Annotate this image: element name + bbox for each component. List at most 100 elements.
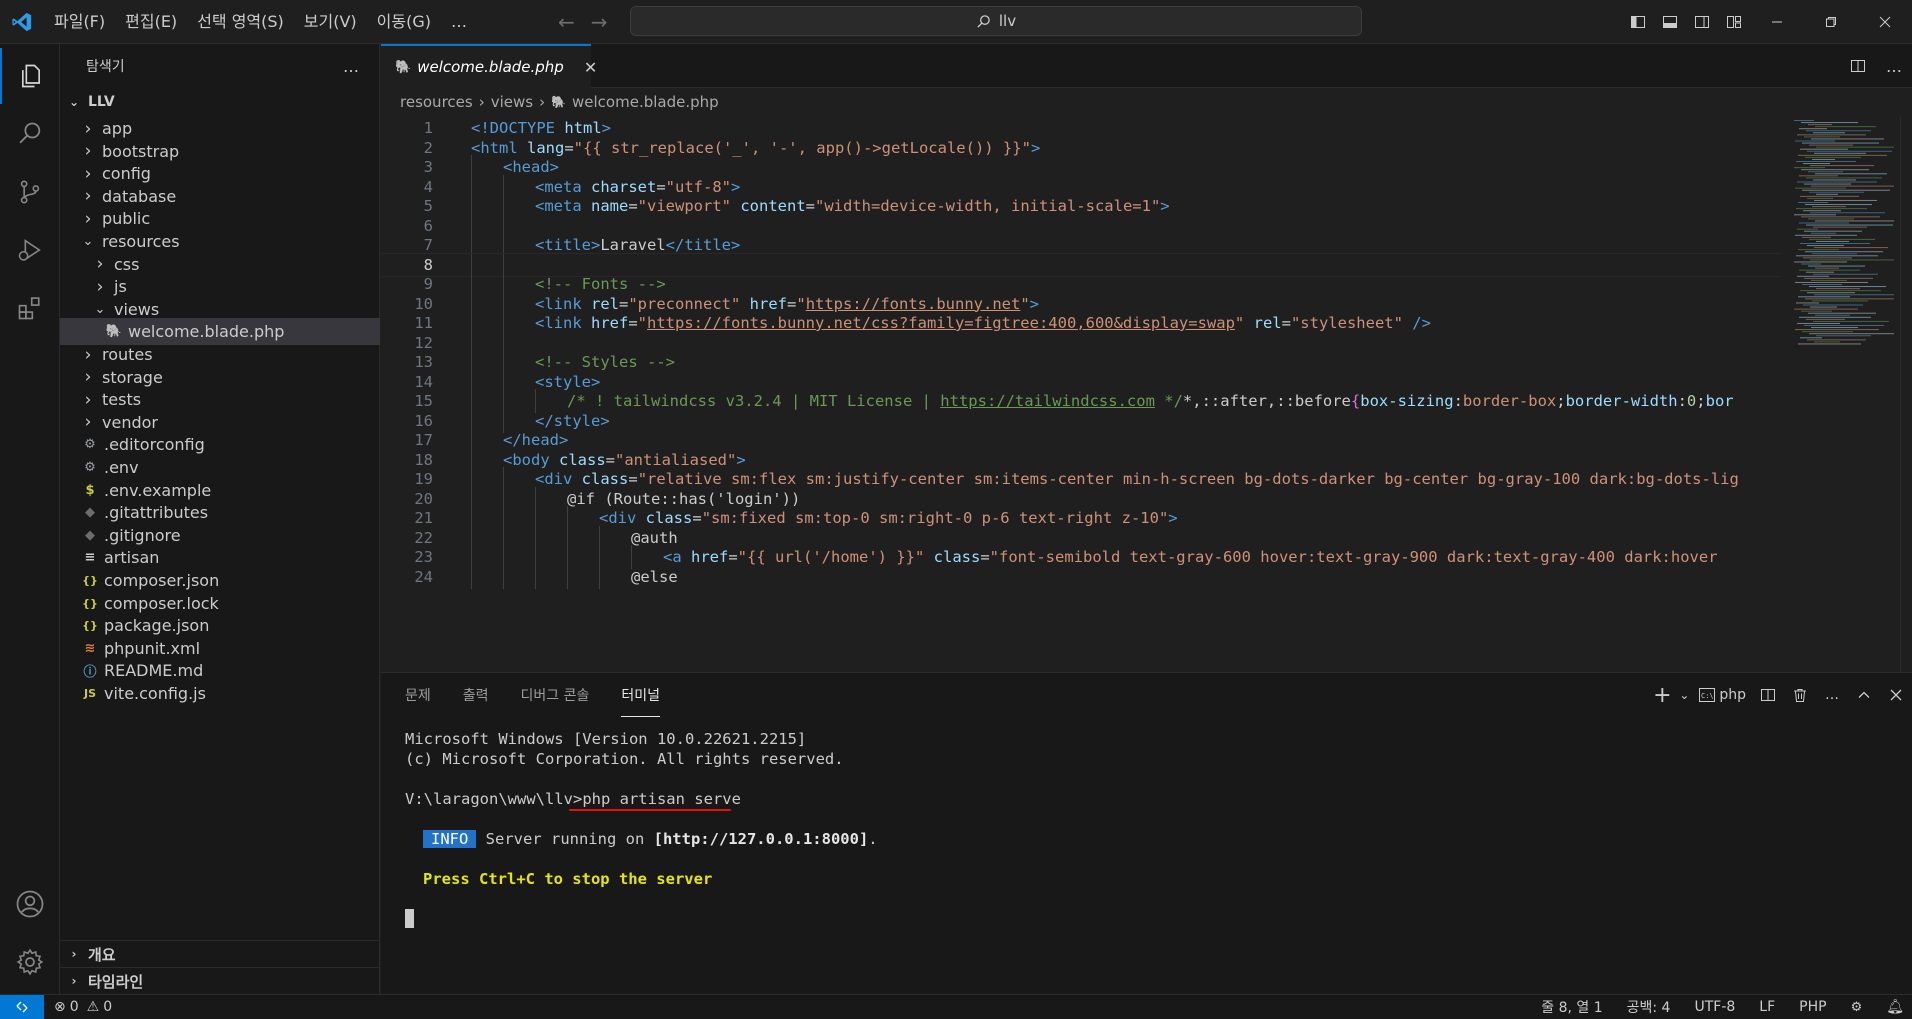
minimap-line bbox=[1816, 193, 1838, 195]
terminal-icon: C:\ bbox=[1699, 688, 1716, 702]
remote-indicator[interactable] bbox=[0, 995, 44, 1019]
close-tab-icon[interactable]: ✕ bbox=[584, 58, 597, 77]
language-mode[interactable]: PHP bbox=[1799, 999, 1826, 1015]
code-token: <body bbox=[503, 450, 559, 469]
tree-item-label: tests bbox=[102, 390, 142, 410]
outline-label: 개요 bbox=[88, 945, 116, 964]
more-actions-icon[interactable]: … bbox=[1816, 673, 1848, 717]
minimize-button[interactable] bbox=[1750, 0, 1804, 44]
code-token: ; bbox=[1696, 392, 1706, 410]
breadcrumb-folder-views[interactable]: views bbox=[491, 93, 533, 111]
terminal-shell-selector[interactable]: C:\ php bbox=[1693, 673, 1752, 717]
indentation[interactable]: 공백: 4 bbox=[1627, 997, 1671, 1017]
chevron-right-icon: › bbox=[84, 118, 92, 139]
tab-problems[interactable]: 문제 bbox=[405, 673, 431, 717]
code-token: "{{ str_replace('_', '-', app()->getLoca… bbox=[573, 138, 1031, 157]
breadcrumb-folder-resources[interactable]: resources bbox=[400, 93, 473, 111]
code-token: "relative sm:flex sm:justify-center sm:i… bbox=[637, 470, 1739, 488]
notifications-bell-icon[interactable]: 🔔︎ bbox=[1886, 999, 1904, 1015]
more-actions-icon[interactable]: … bbox=[1876, 44, 1912, 88]
line-number: 17 bbox=[414, 431, 433, 449]
new-terminal-icon[interactable]: + bbox=[1649, 673, 1675, 717]
customize-layout-icon[interactable] bbox=[1718, 0, 1750, 44]
line-number: 18 bbox=[414, 450, 433, 469]
encoding[interactable]: UTF-8 bbox=[1694, 999, 1735, 1015]
code-token: </head> bbox=[503, 431, 569, 449]
run-and-debug-icon[interactable] bbox=[0, 222, 60, 278]
line-number: 5 bbox=[423, 197, 433, 215]
chevron-right-icon: › bbox=[84, 163, 92, 184]
explorer-more-button[interactable]: … bbox=[343, 57, 359, 76]
trash-icon[interactable] bbox=[1784, 673, 1816, 717]
minimap-line bbox=[1798, 343, 1861, 345]
minimap-line bbox=[1797, 181, 1877, 183]
minimap-line bbox=[1794, 167, 1825, 169]
minimap-line bbox=[1807, 197, 1833, 199]
menu-item[interactable]: 이동(G) bbox=[367, 0, 441, 44]
toggle-secondary-sidebar-icon[interactable] bbox=[1686, 0, 1718, 44]
indent-guide bbox=[599, 564, 600, 589]
command-center-search[interactable]: llv bbox=[630, 6, 1362, 36]
code-token: = bbox=[656, 177, 666, 196]
chevron-down-icon[interactable]: ⌄ bbox=[1675, 673, 1693, 717]
code-token: rel bbox=[591, 294, 619, 313]
explorer-sidebar: 탐색기 … ⌄ LLV › app › bootstrap › config › databa… bbox=[60, 44, 380, 994]
menu-item[interactable]: 보기(V) bbox=[294, 0, 367, 44]
tree-item-label: composer.lock bbox=[104, 593, 219, 613]
minimap-line bbox=[1797, 275, 1829, 277]
tree-item-label: css bbox=[114, 254, 140, 274]
menu-item[interactable]: 파일(F) bbox=[44, 0, 115, 44]
feedback-icon[interactable]: ⚙ bbox=[1851, 1000, 1863, 1015]
tree-item-label: config bbox=[102, 164, 151, 184]
toggle-primary-sidebar-icon[interactable] bbox=[1622, 0, 1654, 44]
code-editor[interactable]: 1 <!DOCTYPE html> 2 <html lang="{{ str_repl… bbox=[381, 116, 1781, 672]
minimap-line bbox=[1796, 255, 1878, 257]
chevron-right-icon: › bbox=[84, 367, 92, 388]
minimap-line bbox=[1814, 152, 1866, 154]
menu-item[interactable]: 편집(E) bbox=[115, 0, 187, 44]
code-token: <head> bbox=[503, 158, 559, 176]
menu-item[interactable]: … bbox=[441, 0, 477, 44]
toggle-panel-icon[interactable] bbox=[1654, 0, 1686, 44]
line-ending[interactable]: LF bbox=[1759, 999, 1775, 1015]
explorer-header: 탐색기 … bbox=[60, 44, 379, 88]
minimap[interactable] bbox=[1790, 116, 1900, 672]
editor-vertical-scrollbar[interactable] bbox=[1900, 116, 1912, 672]
forward-arrow-icon[interactable]: → bbox=[591, 10, 608, 34]
error-count: 0 bbox=[69, 999, 79, 1015]
extensions-icon[interactable] bbox=[0, 280, 60, 336]
minimap-line bbox=[1798, 202, 1828, 203]
tab-terminal[interactable]: 터미널 bbox=[621, 673, 661, 717]
back-arrow-icon[interactable]: ← bbox=[558, 10, 575, 34]
problems-indicator[interactable]: ⊗ 0 ⚠ 0 bbox=[54, 999, 112, 1015]
search-view-icon[interactable] bbox=[0, 106, 60, 162]
close-window-button[interactable] bbox=[1858, 0, 1912, 44]
tree-item-label: js bbox=[114, 277, 127, 297]
tab-label: welcome.blade.php bbox=[417, 58, 564, 76]
manage-gear-icon[interactable] bbox=[0, 934, 60, 990]
stop-hint: Press Ctrl+C to stop the server bbox=[423, 870, 713, 888]
tab-output[interactable]: 출력 bbox=[463, 673, 489, 717]
split-terminal-icon[interactable] bbox=[1752, 673, 1784, 717]
minimap-line bbox=[1807, 292, 1855, 294]
code-token: @if (Route::has('login')) bbox=[567, 489, 801, 508]
minimap-line bbox=[1809, 286, 1886, 288]
breadcrumb-file[interactable]: welcome.blade.php bbox=[572, 93, 719, 111]
editor-tab-welcome[interactable]: 🐘 welcome.blade.php ✕ bbox=[381, 44, 597, 88]
close-panel-icon[interactable] bbox=[1880, 673, 1912, 717]
tab-debug-console[interactable]: 디버그 콘솔 bbox=[521, 673, 590, 717]
tree-file[interactable]: JS vite.config.js bbox=[60, 680, 380, 707]
maximize-panel-icon[interactable] bbox=[1848, 673, 1880, 717]
cursor-position[interactable]: 줄 8, 열 1 bbox=[1541, 997, 1602, 1017]
maximize-button[interactable] bbox=[1804, 0, 1858, 44]
outline-section[interactable]: › 개요 bbox=[60, 940, 380, 967]
source-control-icon[interactable] bbox=[0, 164, 60, 220]
tree-item-label: vite.config.js bbox=[104, 684, 206, 703]
workspace-root[interactable]: ⌄ LLV bbox=[60, 88, 380, 115]
explorer-icon[interactable] bbox=[0, 48, 60, 104]
timeline-section[interactable]: › 타임라인 bbox=[60, 967, 380, 994]
minimap-line bbox=[1811, 185, 1894, 187]
split-editor-icon[interactable] bbox=[1840, 44, 1876, 88]
accounts-icon[interactable] bbox=[0, 876, 60, 932]
menu-item[interactable]: 선택 영역(S) bbox=[187, 0, 294, 44]
